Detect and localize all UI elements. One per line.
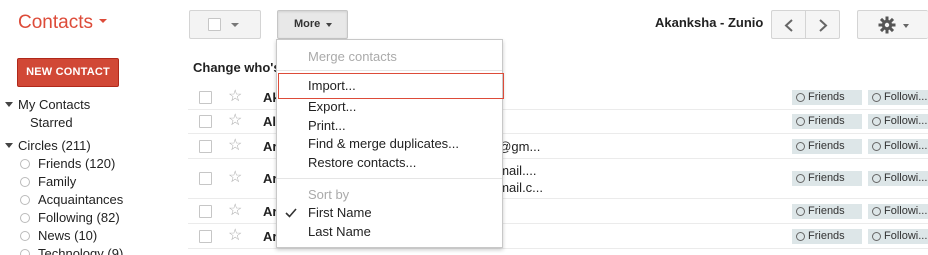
circle-tag: Friends xyxy=(792,139,862,154)
circle-tag: Followi... xyxy=(868,229,928,244)
more-button[interactable]: More xyxy=(277,10,348,39)
menu-item-label: First Name xyxy=(308,205,372,220)
chevron-down-icon xyxy=(231,23,239,27)
sidebar-item-label: Following (82) xyxy=(38,210,120,225)
sidebar-item-label: Technology (9) xyxy=(38,246,124,255)
circle-tag: Followi... xyxy=(868,139,928,154)
more-menu: Merge contacts Import... Export... Print… xyxy=(276,39,504,248)
star-icon[interactable]: ☆ xyxy=(228,228,242,244)
settings-button[interactable] xyxy=(857,10,928,39)
sidebar-item-friends[interactable]: Friends (120) xyxy=(0,155,180,173)
circle-tag: Friends xyxy=(792,204,862,219)
circle-tag: Friends xyxy=(792,171,862,186)
star-icon[interactable]: ☆ xyxy=(228,89,242,105)
circle-tag: Friends xyxy=(792,114,862,129)
menu-item-export[interactable]: Export... xyxy=(277,97,502,116)
gear-icon xyxy=(878,16,896,34)
menu-item-import[interactable]: Import... xyxy=(278,73,504,99)
star-icon[interactable]: ☆ xyxy=(228,170,242,186)
row-checkbox[interactable] xyxy=(199,172,212,185)
menu-item-restore[interactable]: Restore contacts... xyxy=(277,153,502,172)
row-checkbox[interactable] xyxy=(199,140,212,153)
new-contact-button[interactable]: NEW CONTACT xyxy=(17,58,119,87)
sidebar-item-technology[interactable]: Technology (9) xyxy=(0,245,180,255)
checkmark-icon xyxy=(285,208,297,218)
menu-section-sort-by: Sort by xyxy=(308,187,350,202)
star-icon[interactable]: ☆ xyxy=(228,203,242,219)
row-checkbox[interactable] xyxy=(199,91,212,104)
sidebar-item-my-contacts[interactable]: My Contacts xyxy=(0,96,180,114)
chevron-right-icon xyxy=(819,19,828,32)
row-checkbox[interactable] xyxy=(199,230,212,243)
chevron-down-icon xyxy=(326,23,332,27)
sidebar-item-label: Family xyxy=(38,174,77,189)
circle-icon xyxy=(20,159,30,169)
app-title-label: Contacts xyxy=(18,12,93,33)
sidebar-item-family[interactable]: Family xyxy=(0,173,180,191)
menu-item-sort-first-name[interactable]: First Name xyxy=(277,203,502,222)
circle-icon xyxy=(20,213,30,223)
account-name: Akanksha - Zunio xyxy=(655,15,764,30)
circle-tag: Followi... xyxy=(868,90,928,105)
sidebar-item-circles[interactable]: Circles (211) xyxy=(0,137,180,155)
sidebar-item-following[interactable]: Following (82) xyxy=(0,209,180,227)
chevron-left-icon xyxy=(784,19,793,32)
list-header: Change who's xyxy=(193,60,281,75)
circle-tag: Followi... xyxy=(868,171,928,186)
previous-button[interactable] xyxy=(771,10,806,39)
sidebar-item-label: News (10) xyxy=(38,228,98,243)
contact-name[interactable]: Al xyxy=(263,114,276,129)
circle-tag: Followi... xyxy=(868,204,928,219)
menu-item-merge-contacts: Merge contacts xyxy=(308,49,397,64)
app-title[interactable]: Contacts xyxy=(18,12,107,34)
sidebar-item-acquaintances[interactable]: Acquaintances xyxy=(0,191,180,209)
sidebar-item-label: Acquaintances xyxy=(38,192,124,207)
row-checkbox[interactable] xyxy=(199,205,212,218)
menu-item-find-merge[interactable]: Find & merge duplicates... xyxy=(277,134,502,153)
expand-triangle-icon[interactable] xyxy=(5,102,13,107)
sidebar-item-label: My Contacts xyxy=(18,97,91,112)
row-checkbox[interactable] xyxy=(199,115,212,128)
circle-tag: Followi... xyxy=(868,114,928,129)
sidebar-item-news[interactable]: News (10) xyxy=(0,227,180,245)
circle-icon xyxy=(20,231,30,241)
chevron-down-icon xyxy=(903,24,909,28)
circle-tag: Friends xyxy=(792,90,862,105)
select-all-button[interactable] xyxy=(189,10,261,39)
menu-separator xyxy=(277,178,502,179)
chevron-down-icon xyxy=(98,18,107,23)
star-icon[interactable]: ☆ xyxy=(228,113,242,129)
sidebar-item-label: Circles (211) xyxy=(18,138,91,153)
more-button-label: More xyxy=(294,18,321,30)
circle-icon xyxy=(20,177,30,187)
checkbox-icon[interactable] xyxy=(208,18,221,31)
expand-triangle-icon[interactable] xyxy=(5,143,13,148)
sidebar-item-label: Friends (120) xyxy=(38,156,116,171)
menu-separator xyxy=(277,70,502,71)
circle-tag: Friends xyxy=(792,229,862,244)
menu-item-sort-last-name[interactable]: Last Name xyxy=(277,222,502,241)
circle-icon xyxy=(20,249,30,255)
circle-icon xyxy=(20,195,30,205)
next-button[interactable] xyxy=(805,10,840,39)
sidebar-item-starred[interactable]: Starred xyxy=(30,114,73,132)
star-icon[interactable]: ☆ xyxy=(228,138,242,154)
menu-item-print[interactable]: Print... xyxy=(277,116,502,135)
